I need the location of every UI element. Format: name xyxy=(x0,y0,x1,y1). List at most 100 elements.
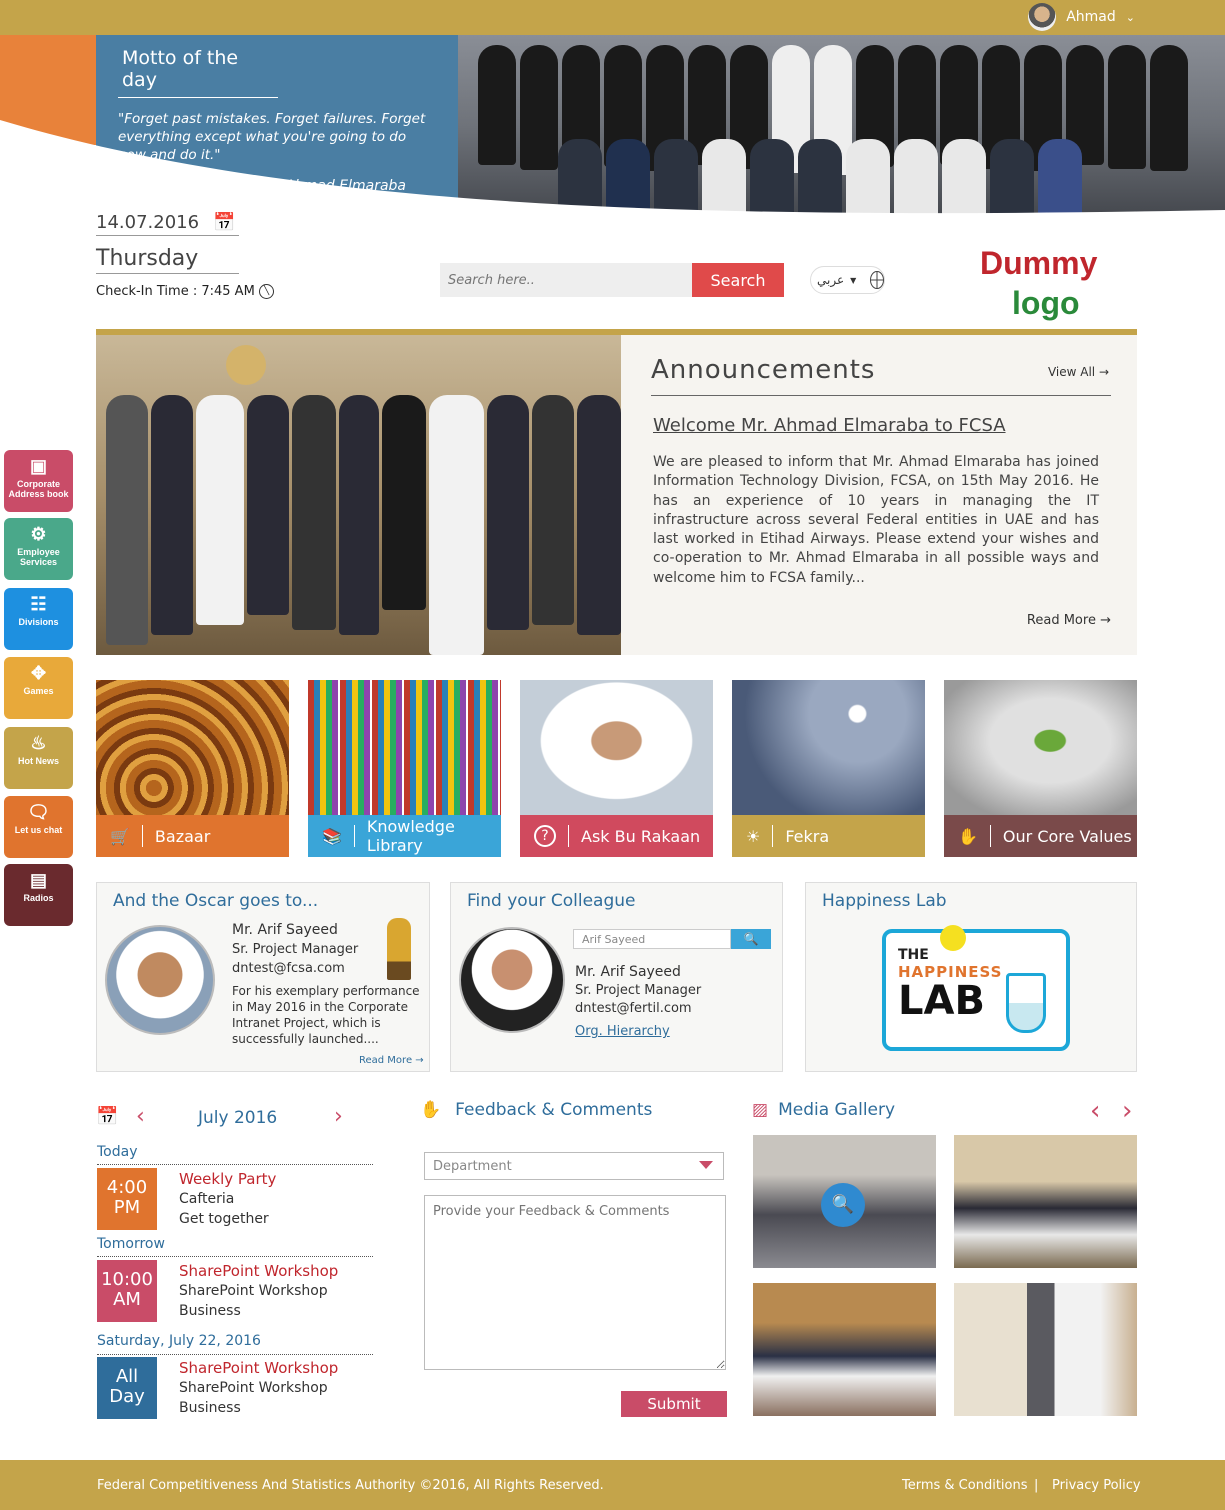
hands-icon: ✋ xyxy=(958,826,978,846)
oscar-description: For his exemplary performance in May 201… xyxy=(232,984,420,1046)
event-title: SharePoint Workshop xyxy=(179,1359,339,1377)
footer-copyright: Federal Competitiveness And Statistics A… xyxy=(97,1478,604,1493)
sidebar-item-label: Games xyxy=(23,686,54,696)
event-line1: SharePoint Workshop xyxy=(179,1380,328,1396)
event-divider xyxy=(97,1256,373,1257)
radio-icon: ▤ xyxy=(29,870,47,890)
library-image xyxy=(308,680,501,815)
tile-bazaar[interactable]: 🛒 Bazaar xyxy=(96,680,289,857)
colleague-email: dntest@fertil.com xyxy=(575,1001,692,1016)
feedback-title: Feedback & Comments xyxy=(455,1100,653,1120)
gallery-image[interactable] xyxy=(753,1283,936,1416)
tile-label-bar: 🛒 Bazaar xyxy=(96,815,289,857)
tile-label: Knowledge Library xyxy=(366,817,455,855)
motto-title: Motto of the day xyxy=(118,47,278,98)
oscar-read-more-label: Read More xyxy=(359,1055,413,1066)
announcements-divider xyxy=(651,395,1111,396)
calendar-icon: 📅 xyxy=(96,1106,119,1127)
search-button[interactable]: Search xyxy=(692,263,784,297)
globe-icon xyxy=(870,271,884,289)
sidebar-item-address-book[interactable]: ▣ Corporate Address book xyxy=(4,450,73,512)
arrow-right-circle-icon: → xyxy=(1098,365,1109,379)
checkin-time: Check-In Time : 7:45 AM ╲ xyxy=(96,284,274,299)
search-bar: Search xyxy=(440,263,784,297)
colleague-search-button[interactable]: 🔍 xyxy=(731,929,771,949)
tile-fekra[interactable]: ☀ Fekra xyxy=(732,680,925,857)
department-select[interactable]: Department xyxy=(424,1152,724,1180)
sidebar-item-hot-news[interactable]: ♨ Hot News xyxy=(4,727,73,789)
event-line1: SharePoint Workshop xyxy=(179,1283,328,1299)
event-divider xyxy=(97,1354,373,1355)
colleague-name: Mr. Arif Sayeed xyxy=(575,964,681,980)
sidebar-item-radios[interactable]: ▤ Radios xyxy=(4,864,73,926)
sidebar-item-divisions[interactable]: ☷ Divisions xyxy=(4,588,73,650)
announcement-photo xyxy=(96,335,621,655)
language-switcher[interactable]: عربي ▼ xyxy=(810,266,885,294)
oscar-title: And the Oscar goes to... xyxy=(113,891,319,911)
oscar-email: dntest@fcsa.com xyxy=(232,961,345,976)
flame-icon: ♨ xyxy=(30,733,47,753)
event-time: 10:00 AM xyxy=(97,1260,157,1322)
event-item[interactable]: SharePoint Workshop SharePoint Workshop … xyxy=(179,1261,338,1321)
gallery-next-button[interactable]: › xyxy=(1122,1096,1132,1126)
gallery-image[interactable] xyxy=(954,1135,1137,1268)
sidebar-item-label: Let us chat xyxy=(14,825,63,835)
next-month-button[interactable]: › xyxy=(334,1104,343,1129)
search-input[interactable] xyxy=(440,263,692,297)
tile-knowledge-library[interactable]: 📚 Knowledge Library xyxy=(308,680,501,857)
privacy-link[interactable]: Privacy Policy xyxy=(1052,1478,1141,1493)
language-label: عربي xyxy=(817,273,845,287)
gears-icon: ⚙ xyxy=(30,524,47,544)
event-item[interactable]: Weekly Party Cafteria Get together xyxy=(179,1169,276,1229)
gallery-image[interactable] xyxy=(954,1283,1137,1416)
gallery-header: ▨ Media Gallery xyxy=(752,1100,895,1120)
logo-the: THE xyxy=(898,947,929,963)
trophy-icon xyxy=(387,918,411,980)
sidebar-item-chat[interactable]: 🗨 Let us chat xyxy=(4,796,73,858)
announcement-headline[interactable]: Welcome Mr. Ahmad Elmaraba to FCSA xyxy=(653,415,1006,436)
terms-link[interactable]: Terms & Conditions xyxy=(902,1478,1028,1493)
user-avatar xyxy=(1028,3,1057,31)
user-menu[interactable]: Ahmad ⌄ xyxy=(1028,2,1135,32)
oscar-card: And the Oscar goes to... Mr. Arif Sayeed… xyxy=(96,882,430,1072)
feedback-textarea[interactable] xyxy=(424,1195,726,1370)
books-icon: 📚 xyxy=(322,826,342,846)
colleague-search-input[interactable] xyxy=(573,929,731,949)
event-time: All Day xyxy=(97,1357,157,1419)
zoom-icon[interactable]: 🔍 xyxy=(821,1183,865,1227)
colleague-role: Sr. Project Manager xyxy=(575,983,702,998)
gallery-image[interactable]: 🔍 xyxy=(753,1135,936,1268)
view-all-label: View All xyxy=(1047,365,1096,379)
oscar-role: Sr. Project Manager xyxy=(232,942,359,957)
tile-label-bar: ✋ Our Core Values xyxy=(944,815,1137,857)
current-day: Thursday xyxy=(96,246,239,274)
happiness-lab-logo[interactable]: THE HAPPINESS LAB xyxy=(882,925,1070,1051)
tile-our-core-values[interactable]: ✋ Our Core Values xyxy=(944,680,1137,857)
event-item[interactable]: SharePoint Workshop SharePoint Workshop … xyxy=(179,1358,338,1418)
user-name: Ahmad xyxy=(1066,9,1116,25)
tile-ask-bu-rakaan[interactable]: ? Ask Bu Rakaan xyxy=(520,680,713,857)
oscar-read-more[interactable]: Read More → xyxy=(359,1055,424,1067)
org-hierarchy-link[interactable]: Org. Hierarchy xyxy=(575,1022,670,1041)
sidebar-item-label: Hot News xyxy=(17,756,59,766)
event-title: Weekly Party xyxy=(179,1170,277,1188)
footer: Federal Competitiveness And Statistics A… xyxy=(0,1460,1225,1510)
gallery-prev-button[interactable]: ‹ xyxy=(1090,1096,1100,1126)
sidebar-item-employee-services[interactable]: ⚙ Employee Services xyxy=(4,518,73,580)
prev-month-button[interactable]: ‹ xyxy=(136,1104,145,1129)
core-values-image xyxy=(944,680,1137,815)
calendar-icon[interactable]: 📅 xyxy=(213,212,235,233)
tile-label-bar: ☀ Fekra xyxy=(732,815,925,857)
read-more-link[interactable]: Read More → xyxy=(1027,613,1111,628)
tile-label-bar: ? Ask Bu Rakaan xyxy=(520,815,713,857)
submit-button[interactable]: Submit xyxy=(621,1391,727,1417)
fekra-image xyxy=(732,680,925,815)
question-icon: ? xyxy=(534,825,556,847)
arrow-right-circle-icon: → xyxy=(1100,613,1111,628)
event-title: SharePoint Workshop xyxy=(179,1262,339,1280)
sidebar-item-games[interactable]: ✥ Games xyxy=(4,657,73,719)
cart-icon: 🛒 xyxy=(110,826,130,846)
event-line2: Business xyxy=(179,1303,241,1319)
view-all-link[interactable]: View All → xyxy=(1048,365,1109,379)
checkin-label: Check-In Time : 7:45 AM xyxy=(96,284,255,299)
